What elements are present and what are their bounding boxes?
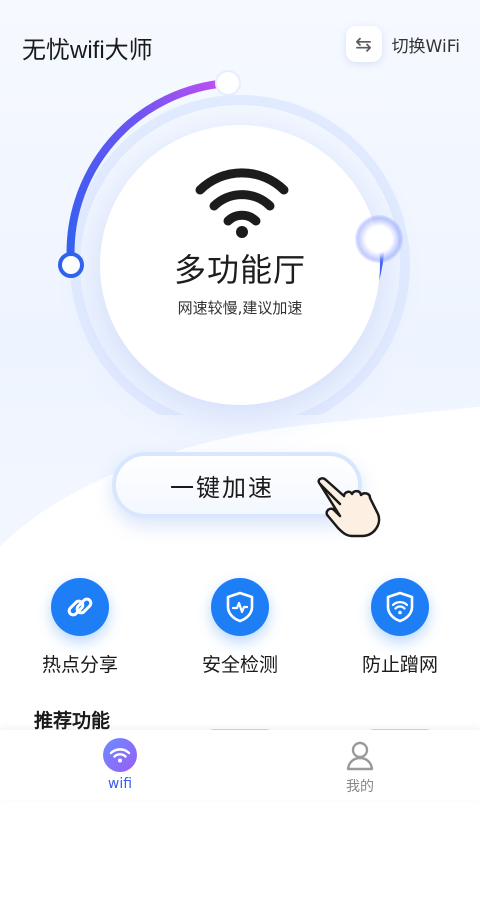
network-status: 网速较慢,建议加速 <box>177 299 303 317</box>
feature-security-check[interactable]: 安全检测 <box>170 578 310 677</box>
wifi-icon <box>103 738 137 772</box>
feature-hotspot-share[interactable]: 热点分享 <box>10 578 150 677</box>
feature-label: 安全检测 <box>201 654 278 676</box>
feature-label: 防止蹭网 <box>361 654 438 676</box>
swap-icon: ⇆ <box>345 26 382 62</box>
app-title: 无忧wifi大师 <box>22 37 153 64</box>
link-icon <box>51 578 109 636</box>
shield-pulse-icon <box>211 578 269 636</box>
dial-start-marker <box>58 252 84 278</box>
bottom-navigation: wifi 我的 <box>0 730 480 800</box>
switch-wifi-label: 切换WiFi <box>391 36 460 57</box>
nav-tab-mine[interactable]: 我的 <box>320 738 400 796</box>
nav-label-wifi: wifi <box>107 776 133 792</box>
pointing-hand-icon <box>317 477 381 538</box>
shield-wifi-icon <box>371 578 429 636</box>
feature-label: 热点分享 <box>41 654 118 676</box>
network-name: 多功能厅 <box>173 251 306 289</box>
switch-wifi-button[interactable]: ⇆ 切换WiFi <box>345 26 460 62</box>
nav-label-mine: 我的 <box>346 779 374 795</box>
recommend-title: 推荐功能 <box>34 710 111 732</box>
feature-anti-leech[interactable]: 防止蹭网 <box>330 578 470 677</box>
dial-top-marker <box>215 70 241 96</box>
boost-button-label: 一键加速 <box>170 473 274 502</box>
wifi-signal-icon <box>195 168 289 238</box>
nav-tab-wifi[interactable]: wifi <box>80 738 160 792</box>
user-icon <box>346 741 374 771</box>
speed-dial: 多功能厅 网速较慢,建议加速 <box>45 65 435 415</box>
